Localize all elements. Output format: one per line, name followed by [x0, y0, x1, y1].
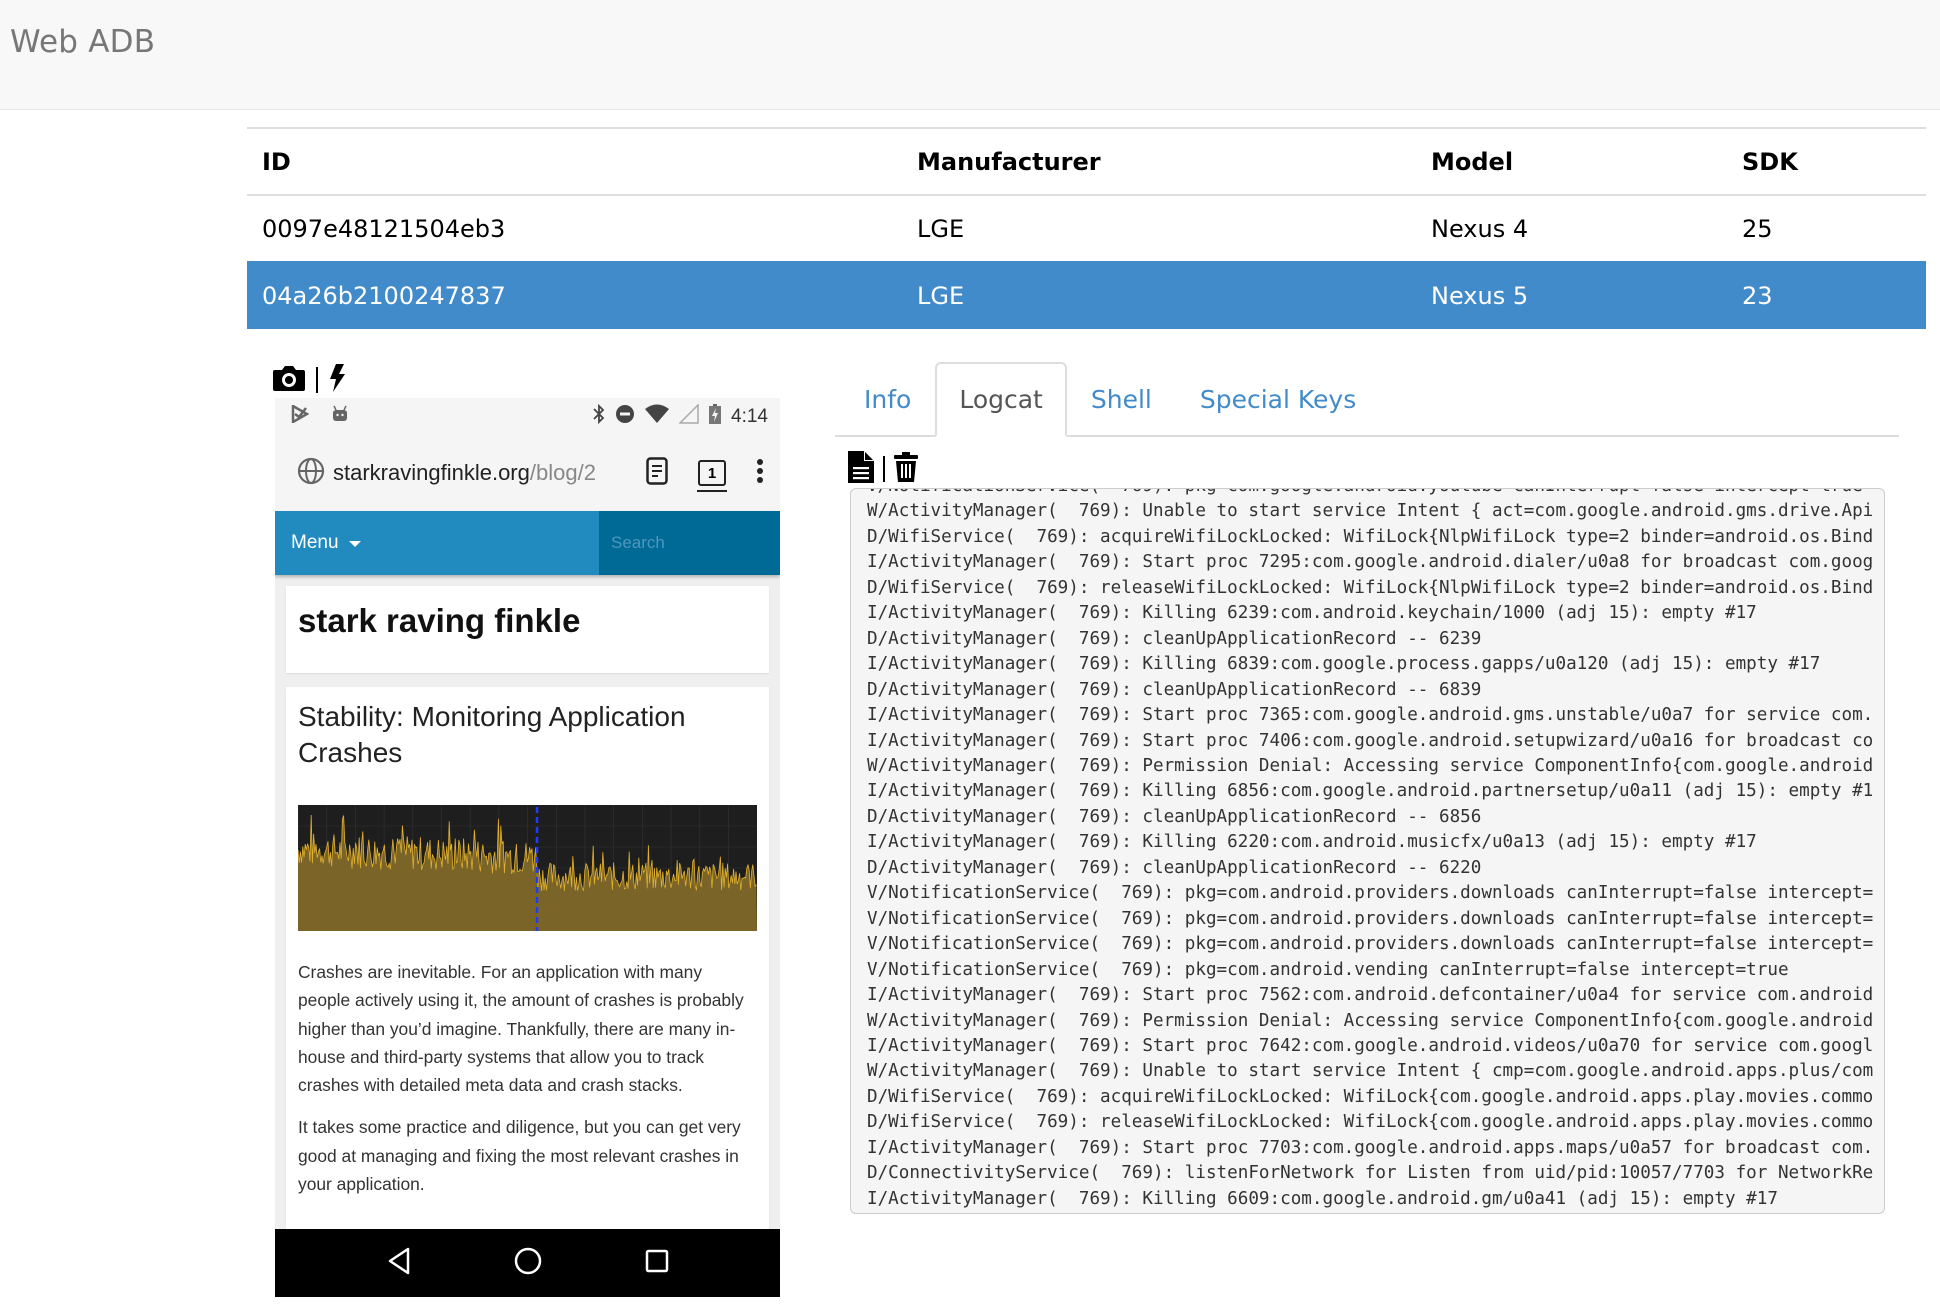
battery-charging-icon	[709, 403, 722, 430]
logcat-line: I/ActivityManager( 769): Start proc 7642…	[867, 1035, 1874, 1056]
logcat-line: W/ActivityManager( 769): Permission Deni…	[867, 1010, 1874, 1031]
site-menu-bar: Menu Search	[275, 511, 780, 575]
wifi-icon	[645, 404, 670, 430]
tab-shell[interactable]: Shell	[1067, 362, 1176, 437]
device-screen[interactable]: 4:14 starkravingfinkle.org/blog/2 1 Menu…	[275, 398, 780, 1297]
brand-title[interactable]: Web ADB	[10, 24, 155, 60]
home-button-icon[interactable]	[514, 1247, 542, 1279]
tab-special-keys[interactable]: Special Keys	[1176, 362, 1380, 437]
logcat-line: I/ActivityManager( 769): Start proc 7562…	[867, 985, 1874, 1006]
tab-logcat[interactable]: Logcat	[935, 362, 1067, 437]
logcat-line: W/ActivityManager( 769): Unable to start…	[867, 501, 1874, 522]
logcat-line: I/ActivityManager( 769): Killing 6856:co…	[867, 781, 1874, 802]
flash-icon[interactable]	[328, 363, 346, 397]
url-field[interactable]: starkravingfinkle.org/blog/2	[333, 460, 623, 486]
logcat-line: D/ConnectivityService( 769): listenForNe…	[867, 1163, 1874, 1184]
save-log-icon[interactable]	[848, 451, 874, 487]
overflow-menu-icon[interactable]	[756, 458, 764, 488]
post-image-chart	[298, 805, 757, 931]
post-paragraph: It takes some practice and diligence, bu…	[298, 1117, 741, 1195]
url-path: /blog/2	[529, 460, 596, 485]
browser-toolbar: starkravingfinkle.org/blog/2 1	[275, 435, 780, 511]
android-icon	[331, 405, 349, 428]
device-tabs: Info Logcat Shell Special Keys	[835, 362, 1899, 437]
device-model: Nexus 5	[1416, 261, 1727, 329]
logcat-output[interactable]: V/NotificationService( 769): pkg=com.goo…	[850, 488, 1885, 1214]
logcat-line: I/ActivityManager( 769): Killing 6609:co…	[867, 1188, 1778, 1209]
header-id: ID	[247, 127, 902, 195]
device-row-selected[interactable]: 04a26b2100247837 LGE Nexus 5 23	[247, 261, 1926, 329]
post-title[interactable]: Stability: Monitoring Application Crashe…	[298, 699, 748, 771]
logcat-line: D/ActivityManager( 769): cleanUpApplicat…	[867, 806, 1482, 827]
logcat-line: I/ActivityManager( 769): Killing 6839:co…	[867, 654, 1821, 675]
url-host: starkravingfinkle.org	[333, 460, 530, 485]
play-store-icon	[291, 403, 310, 428]
logcat-line: I/ActivityManager( 769): Start proc 7365…	[867, 705, 1874, 726]
logcat-line: D/WifiService( 769): acquireWifiLockLock…	[867, 1086, 1874, 1107]
globe-icon	[297, 457, 325, 489]
screenshot-toolbar	[272, 362, 346, 398]
toolbar-divider	[316, 367, 318, 393]
site-menu-button[interactable]: Menu	[275, 511, 599, 575]
logcat-line: D/WifiService( 769): acquireWifiLockLock…	[867, 526, 1874, 547]
logcat-line: W/ActivityManager( 769): Unable to start…	[867, 1061, 1874, 1082]
status-bar: 4:14	[275, 398, 780, 435]
do-not-disturb-icon	[615, 404, 635, 430]
logcat-line: D/WifiService( 769): releaseWifiLockLock…	[867, 1112, 1874, 1133]
header-model: Model	[1416, 127, 1727, 195]
menu-label: Menu	[291, 532, 339, 553]
device-row[interactable]: 0097e48121504eb3 LGE Nexus 4 25	[247, 194, 1926, 262]
logcat-line: V/NotificationService( 769): pkg=com.goo…	[867, 489, 1863, 496]
site-title[interactable]: stark raving finkle	[298, 602, 580, 640]
cell-signal-icon	[678, 402, 699, 430]
logcat-text: V/NotificationService( 769): pkg=com.goo…	[867, 489, 1874, 1212]
bluetooth-icon	[593, 403, 605, 430]
logcat-line: I/ActivityManager( 769): Start proc 7295…	[867, 552, 1874, 573]
clear-log-icon[interactable]	[894, 452, 918, 486]
navbar: Web ADB	[0, 0, 1940, 110]
device-model: Nexus 4	[1416, 194, 1727, 262]
post-paragraph: Crashes are inevitable. For an applicati…	[298, 962, 744, 1096]
site-search-input[interactable]: Search	[599, 511, 780, 575]
tab-info[interactable]: Info	[835, 362, 935, 437]
camera-icon[interactable]	[272, 363, 306, 397]
header-sdk: SDK	[1727, 127, 1926, 195]
device-id: 0097e48121504eb3	[247, 194, 902, 262]
back-button-icon[interactable]	[387, 1247, 411, 1279]
logcat-line: D/ActivityManager( 769): cleanUpApplicat…	[867, 628, 1482, 649]
logcat-line: V/NotificationService( 769): pkg=com.and…	[867, 883, 1874, 904]
tab-switcher-button[interactable]: 1	[697, 460, 727, 492]
device-manufacturer: LGE	[902, 261, 1416, 329]
logcat-line: I/ActivityManager( 769): Killing 6239:co…	[867, 603, 1757, 624]
table-header-row: ID Manufacturer Model SDK	[247, 127, 1926, 195]
logcat-line: I/ActivityManager( 769): Start proc 7703…	[867, 1137, 1874, 1158]
post-card: Stability: Monitoring Application Crashe…	[286, 687, 769, 1297]
device-sdk: 25	[1727, 194, 1926, 262]
logcat-line: V/NotificationService( 769): pkg=com.and…	[867, 959, 1789, 980]
reader-mode-icon[interactable]	[646, 457, 668, 489]
logcat-line: V/NotificationService( 769): pkg=com.and…	[867, 934, 1874, 955]
device-manufacturer: LGE	[902, 194, 1416, 262]
logcat-line: D/ActivityManager( 769): cleanUpApplicat…	[867, 679, 1482, 700]
header-manufacturer: Manufacturer	[902, 127, 1416, 195]
post-body: Crashes are inevitable. For an applicati…	[298, 958, 758, 1212]
logcat-line: V/NotificationService( 769): pkg=com.and…	[867, 908, 1874, 929]
device-id: 04a26b2100247837	[247, 261, 902, 329]
android-nav-bar	[275, 1229, 780, 1297]
logcat-line: I/ActivityManager( 769): Start proc 7406…	[867, 730, 1874, 751]
device-sdk: 23	[1727, 261, 1926, 329]
device-table: ID Manufacturer Model SDK 0097e48121504e…	[247, 127, 1926, 329]
logcat-line: D/WifiService( 769): releaseWifiLockLock…	[867, 577, 1874, 598]
logcat-line: W/ActivityManager( 769): Permission Deni…	[867, 755, 1874, 776]
caret-down-icon	[348, 541, 361, 547]
logcat-line: I/ActivityManager( 769): Killing 6220:co…	[867, 832, 1757, 853]
logcat-line: D/ActivityManager( 769): cleanUpApplicat…	[867, 857, 1482, 878]
recents-button-icon[interactable]	[645, 1249, 669, 1277]
logcat-toolbar	[848, 451, 918, 487]
toolbar-divider	[883, 456, 885, 482]
clock: 4:14	[731, 405, 768, 427]
site-header-card: stark raving finkle	[286, 586, 769, 673]
